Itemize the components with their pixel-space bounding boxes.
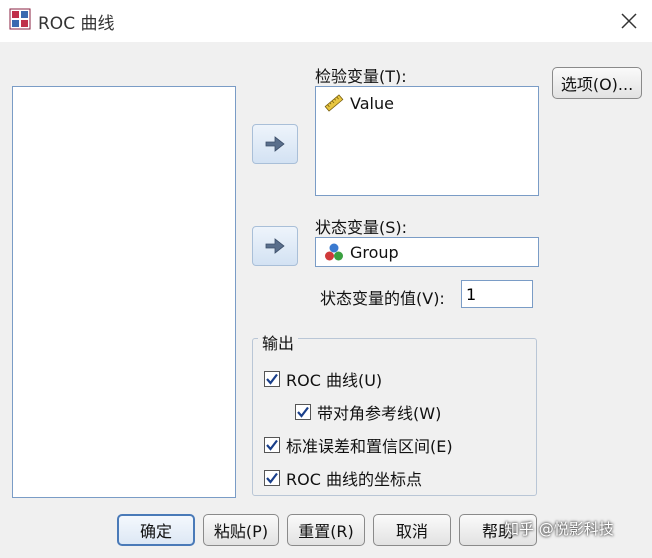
checkbox-label: ROC 曲线的坐标点 xyxy=(286,470,422,489)
cancel-button[interactable]: 取消 xyxy=(373,514,451,546)
checkmark-icon xyxy=(297,406,309,418)
ruler-icon xyxy=(324,94,344,112)
checkbox-label: 带对角参考线(W) xyxy=(317,404,442,423)
checkmark-icon xyxy=(266,373,278,385)
checkbox[interactable] xyxy=(295,404,311,420)
checkbox[interactable] xyxy=(264,437,280,453)
state-value-input[interactable] xyxy=(461,280,533,308)
nominal-variable-icon xyxy=(325,243,343,261)
spss-app-icon xyxy=(9,8,31,30)
options-button[interactable]: 选项(O)... xyxy=(552,67,642,99)
close-button[interactable] xyxy=(612,4,646,38)
right-arrow-icon xyxy=(265,136,285,152)
watermark: 知乎 @悦影科技 xyxy=(504,520,614,538)
roc-curve-checkbox[interactable]: ROC 曲线(U) xyxy=(264,367,382,391)
window-title: ROC 曲线 xyxy=(38,14,115,34)
state-variable-label: 状态变量(S): xyxy=(315,218,408,237)
state-value-label: 状态变量的值(V): xyxy=(320,289,445,308)
checkbox[interactable] xyxy=(264,470,280,486)
checkmark-icon xyxy=(266,472,278,484)
ok-button[interactable]: 确定 xyxy=(117,514,195,546)
checkmark-icon xyxy=(266,439,278,451)
close-icon xyxy=(621,13,637,29)
reset-button[interactable]: 重置(R) xyxy=(287,514,365,546)
title-bar: ROC 曲线 xyxy=(0,0,652,42)
paste-button[interactable]: 粘贴(P) xyxy=(203,514,279,546)
test-variable-label: 检验变量(T): xyxy=(315,67,407,86)
standard-error-checkbox[interactable]: 标准误差和置信区间(E) xyxy=(264,433,453,457)
state-variable-name: Group xyxy=(350,242,399,262)
checkbox[interactable] xyxy=(264,371,280,387)
move-to-test-variable-button[interactable] xyxy=(252,124,298,164)
right-arrow-icon xyxy=(265,238,285,254)
output-group-title: 输出 xyxy=(258,330,299,354)
checkbox-label: 标准误差和置信区间(E) xyxy=(286,437,453,456)
diagonal-reference-line-checkbox[interactable]: 带对角参考线(W) xyxy=(295,400,441,424)
list-item[interactable]: Value xyxy=(324,93,394,113)
roc-coordinates-checkbox[interactable]: ROC 曲线的坐标点 xyxy=(264,466,422,490)
source-variable-list[interactable] xyxy=(12,86,236,498)
state-variable-field[interactable]: Group xyxy=(315,237,539,267)
test-variable-list[interactable]: Value xyxy=(315,86,539,196)
move-to-state-variable-button[interactable] xyxy=(252,226,298,266)
checkbox-label: ROC 曲线(U) xyxy=(286,371,383,390)
test-variable-name: Value xyxy=(350,93,394,113)
state-variable-item: Group xyxy=(324,242,399,262)
